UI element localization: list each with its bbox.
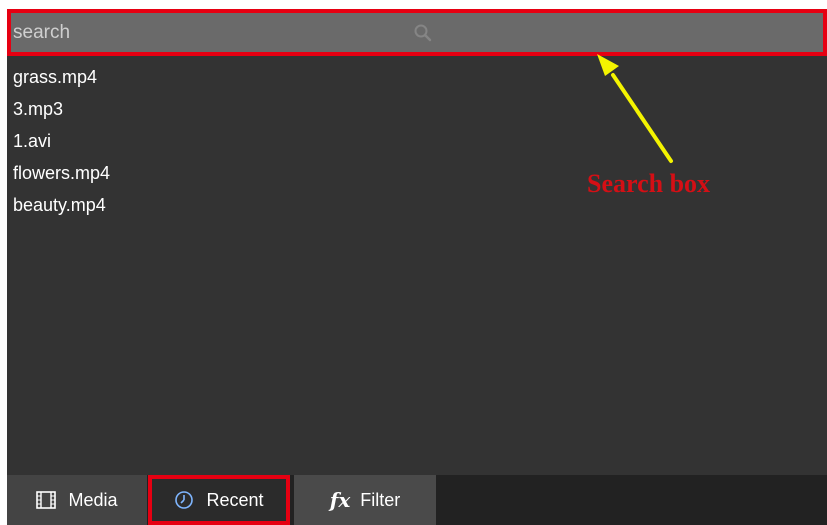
tab-media[interactable]: Media [7, 475, 147, 525]
list-item[interactable]: grass.mp4 [13, 61, 110, 93]
tab-recent[interactable]: Recent [148, 475, 290, 525]
annotation-arrow [597, 54, 673, 163]
tab-media-label: Media [68, 489, 118, 510]
search-icon [414, 24, 432, 42]
list-item[interactable]: flowers.mp4 [13, 157, 110, 189]
clock-icon [174, 490, 194, 510]
search-box[interactable] [7, 9, 827, 56]
tab-bar: Media Recent fx Filter [7, 475, 827, 525]
list-item[interactable]: 1.avi [13, 125, 110, 157]
tab-filter-label: Filter [360, 489, 401, 510]
tab-recent-label: Recent [206, 489, 264, 510]
fx-icon: fx [329, 488, 351, 512]
file-list: grass.mp4 3.mp3 1.avi flowers.mp4 beauty… [13, 61, 110, 221]
annotation-label: Search box [587, 169, 711, 198]
playlist-panel: grass.mp4 3.mp3 1.avi flowers.mp4 beauty… [7, 9, 827, 525]
list-item[interactable]: beauty.mp4 [13, 189, 110, 221]
list-item[interactable]: 3.mp3 [13, 93, 110, 125]
tab-filter[interactable]: fx Filter [294, 475, 436, 525]
film-icon [36, 490, 57, 510]
